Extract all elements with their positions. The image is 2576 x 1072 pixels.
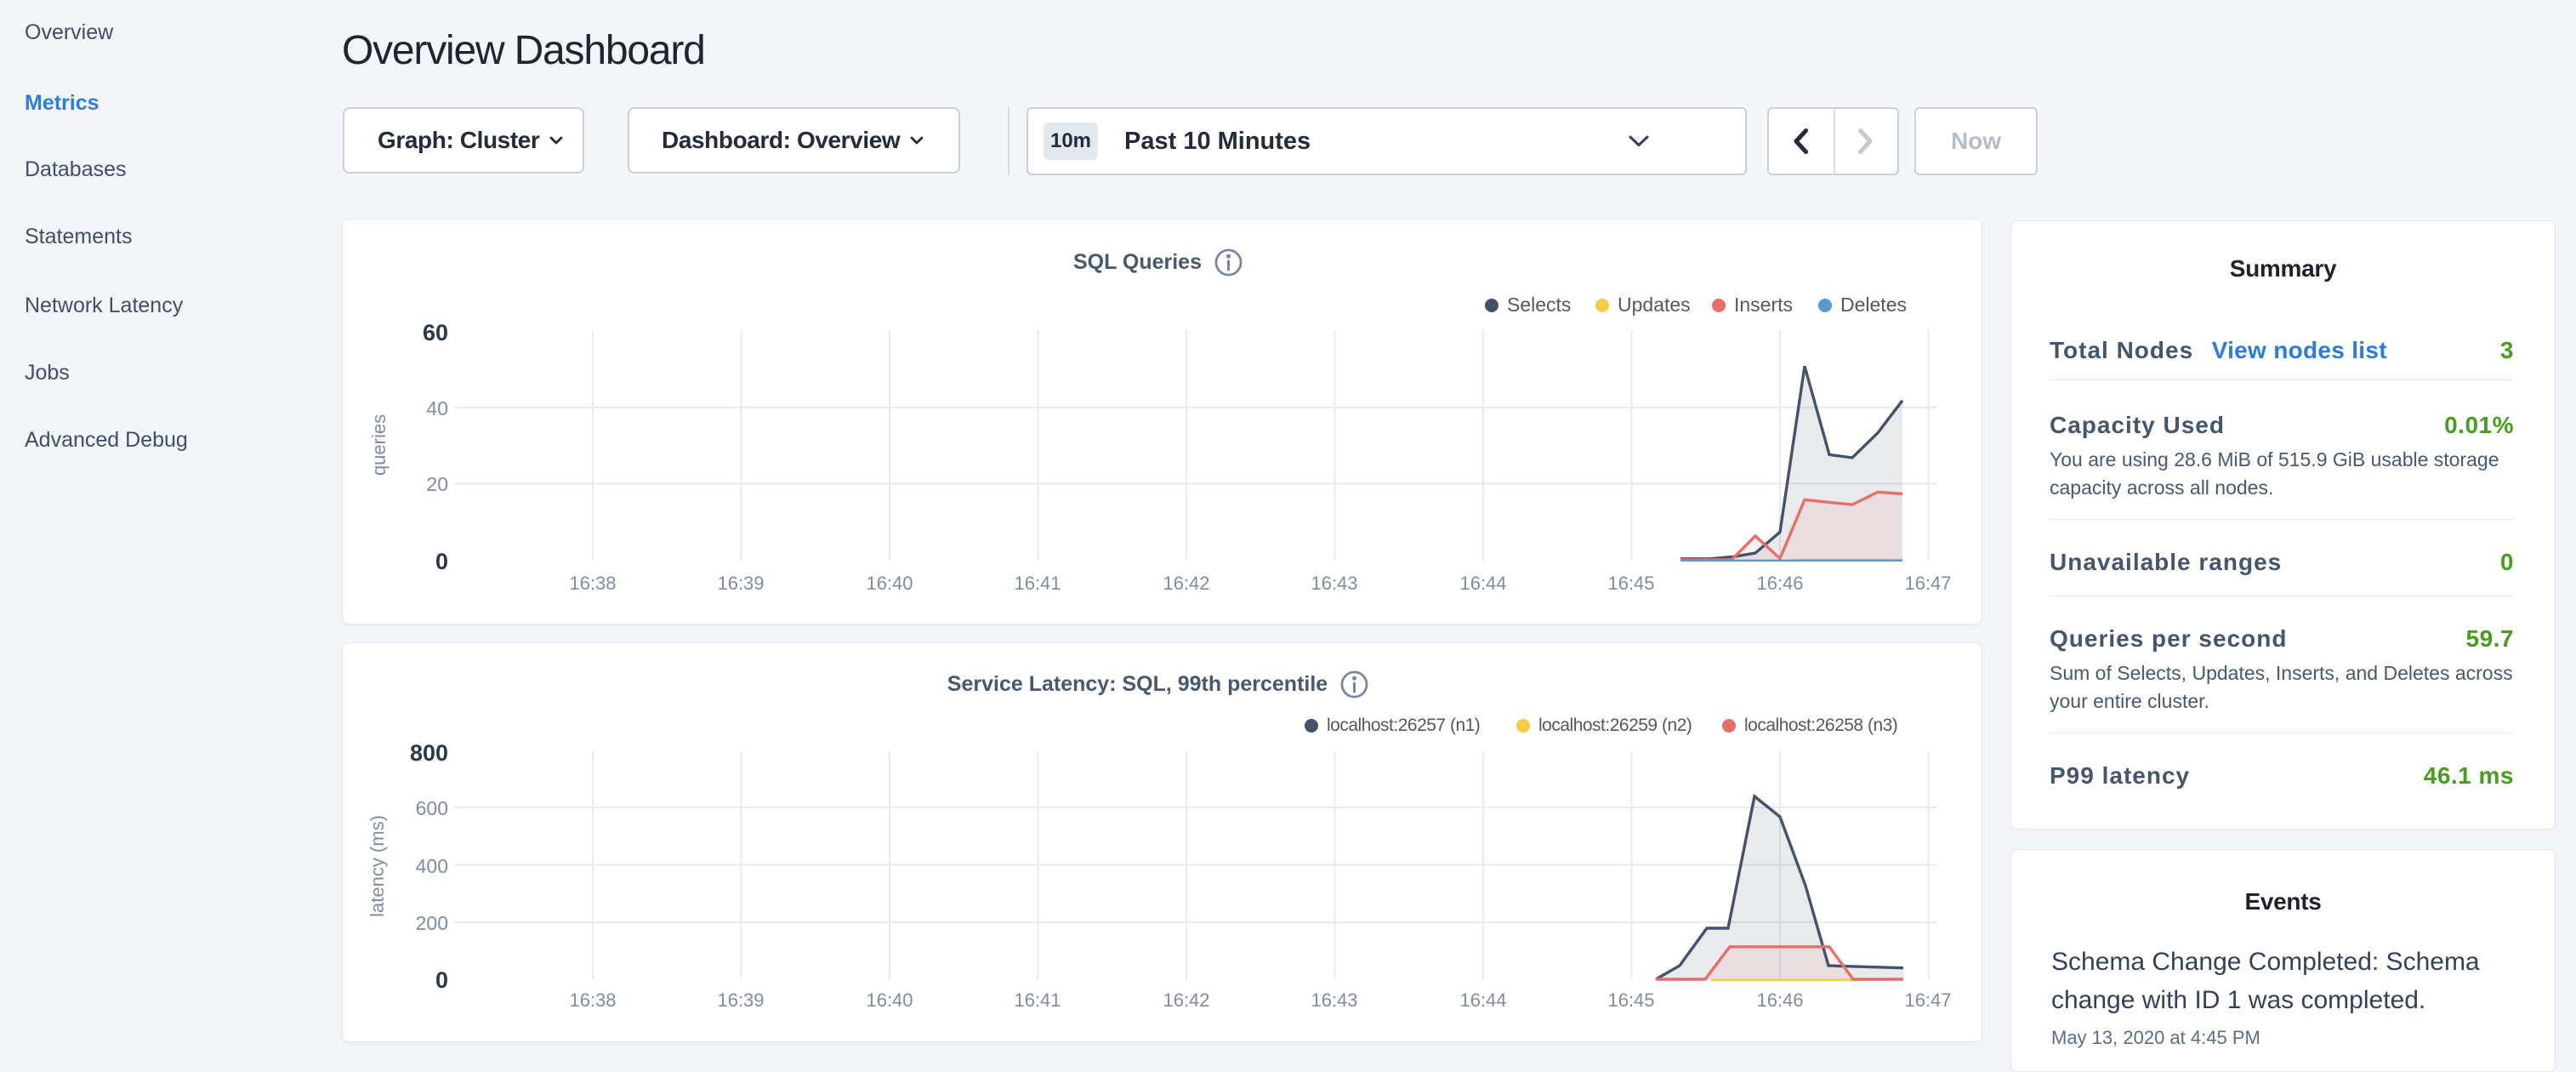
svg-text:16:46: 16:46 [1756, 573, 1803, 594]
svg-text:16:44: 16:44 [1459, 573, 1506, 594]
svg-text:16:41: 16:41 [1014, 989, 1061, 1011]
svg-text:16:47: 16:47 [1904, 573, 1951, 594]
svg-text:16:40: 16:40 [866, 573, 913, 594]
svg-text:16:38: 16:38 [569, 989, 616, 1011]
svg-text:16:39: 16:39 [717, 573, 764, 594]
svg-text:20: 20 [426, 473, 448, 495]
svg-text:16:44: 16:44 [1459, 989, 1506, 1011]
svg-text:0: 0 [435, 549, 448, 574]
svg-text:16:43: 16:43 [1311, 573, 1357, 594]
svg-text:16:38: 16:38 [569, 573, 616, 594]
svg-text:600: 600 [416, 797, 448, 819]
svg-text:16:42: 16:42 [1163, 989, 1209, 1011]
svg-text:40: 40 [426, 397, 448, 419]
svg-text:latency (ms): latency (ms) [367, 815, 388, 917]
svg-text:16:40: 16:40 [866, 989, 913, 1011]
svg-text:200: 200 [416, 912, 448, 934]
svg-text:16:46: 16:46 [1756, 989, 1803, 1011]
svg-text:16:45: 16:45 [1607, 989, 1654, 1011]
svg-text:16:45: 16:45 [1607, 573, 1654, 594]
svg-text:16:42: 16:42 [1163, 573, 1209, 594]
svg-text:queries: queries [368, 414, 390, 476]
svg-text:16:47: 16:47 [1904, 989, 1951, 1011]
svg-text:16:43: 16:43 [1311, 989, 1357, 1011]
svg-text:400: 400 [416, 855, 448, 877]
svg-text:16:41: 16:41 [1014, 573, 1061, 594]
svg-text:16:39: 16:39 [717, 989, 764, 1011]
svg-text:800: 800 [410, 740, 448, 766]
svg-text:60: 60 [423, 320, 448, 345]
svg-text:0: 0 [435, 967, 448, 993]
